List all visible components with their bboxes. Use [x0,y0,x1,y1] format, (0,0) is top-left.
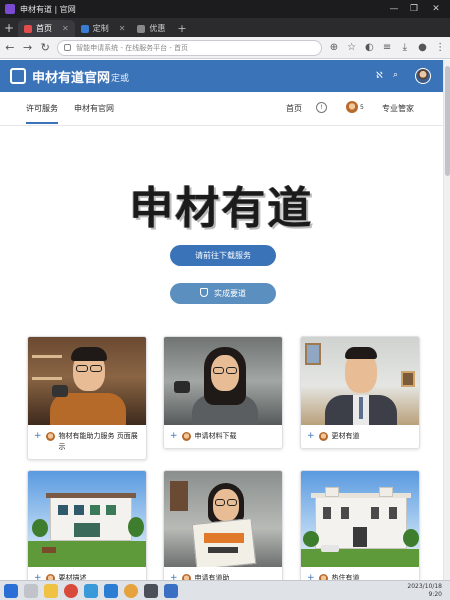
card-caption: + 更材有道 [301,425,419,448]
secondary-button-label: 实成要道 [214,289,246,298]
back-icon[interactable]: ← [4,41,16,54]
hero-title: 申材有道 [129,183,314,234]
window-title: 申材有道 | 官网 [20,4,76,14]
tab-label: 首页 [36,24,52,33]
logo-icon[interactable] [10,68,26,84]
clock-date: 2023/10/18 [407,583,442,590]
new-tab-button[interactable]: + [177,20,186,37]
tab-home[interactable]: 首页 ✕ [18,20,75,37]
address-bar[interactable]: 智能申请系统 - 在线服务平台 - 首页 [57,39,323,56]
card-caption-text: 更材有道 [331,432,360,440]
card[interactable]: + 热住有道 [300,470,420,591]
app-icon [5,4,15,14]
forward-icon[interactable]: → [22,41,34,54]
settings-icon[interactable] [164,583,178,598]
card-caption-text: 物材有能助力服务 页面展示 [58,432,138,451]
profile-icon[interactable]: ● [417,42,429,54]
zoom-icon[interactable]: ⊕ [328,42,340,54]
avatar[interactable] [415,68,431,84]
favicon-icon [137,24,146,33]
site-title-suffix: 定或 [111,74,130,84]
favicon-icon [80,24,89,33]
nav-link-home[interactable]: 首页 [286,103,302,114]
scrollbar-thumb[interactable] [445,66,450,176]
app-icon[interactable] [144,583,158,598]
user-icon[interactable] [346,101,358,113]
page-scrollbar[interactable] [443,60,450,580]
start-icon[interactable] [4,583,18,598]
card[interactable]: + 申请材料下载 [163,336,283,449]
search-icon[interactable] [24,583,38,598]
tab-custom[interactable]: 定制 ✕ [75,20,132,37]
card-caption-text: 申请材料下载 [194,432,237,440]
card-image-man-suit [301,337,419,425]
card-image-villa [28,471,146,567]
tab-close-icon[interactable]: ✕ [62,24,69,33]
minimize-icon[interactable]: — [388,3,400,15]
card[interactable]: + 更材有道 [300,336,420,449]
card-caption: + 申请材料下载 [164,425,282,448]
tab-label: 优惠 [149,24,166,33]
tab-close-icon[interactable]: ✕ [119,24,126,33]
subnav-item-service[interactable]: 许可服务 [26,103,58,124]
bookmark-star-icon[interactable]: ☆ [346,42,358,54]
translate-icon[interactable]: ℵ [376,71,383,81]
restore-icon[interactable]: ❐ [408,3,420,15]
face-icon [45,432,55,441]
extension-icon[interactable]: ◐ [364,42,376,54]
clock-time: 9:20 [428,591,442,598]
card-image-townhouse [301,471,419,567]
file-explorer-icon[interactable] [44,583,58,598]
browser-icon[interactable] [124,583,138,598]
system-clock[interactable]: 2023/10/18 9:20 [407,583,442,599]
taskbar: 2023/10/18 9:20 [0,580,450,600]
reading-list-icon[interactable]: ≡ [381,42,393,54]
add-icon[interactable]: + [170,431,178,441]
card-caption: + 物材有能助力服务 页面展示 [28,425,146,459]
subnav-item-official[interactable]: 申材有官网 [74,103,114,114]
help-icon[interactable]: ! [316,102,327,113]
chrome-icon[interactable] [64,583,78,598]
menu-icon[interactable]: ⋮ [434,42,446,54]
face-icon [181,432,191,441]
tab-offers[interactable]: 优惠 [131,20,171,37]
window-titlebar: 申材有道 | 官网 — ❐ ✕ [0,0,450,18]
close-icon[interactable]: ✕ [430,3,442,15]
shield-icon [200,288,208,297]
site-header: 申材有道官网 定或 ℵ ⌕ [0,60,443,92]
mail-icon[interactable] [84,583,98,598]
face-icon [318,432,328,441]
favicon-icon [24,24,32,33]
tab-actions-icon[interactable]: + [0,20,18,37]
sub-navigation: 许可服务 申材有官网 首页 ! 5 专业管家 [0,92,443,126]
address-text: 智能申请系统 - 在线服务平台 - 首页 [76,43,189,52]
download-button[interactable]: 请前往下载服务 [170,245,276,266]
browser-toolbar: ← → ↻ 智能申请系统 - 在线服务平台 - 首页 ⊕ ☆ ◐ ≡ ⤓ ● ⋮ [0,37,450,59]
card[interactable]: + 要材描述 [27,470,147,591]
store-icon[interactable] [104,583,118,598]
secondary-button[interactable]: 实成要道 [170,283,276,304]
search-icon[interactable]: ⌕ [393,70,398,80]
card[interactable]: + 物材有能助力服务 页面展示 [27,336,147,460]
reload-icon[interactable]: ↻ [39,41,51,54]
tab-strip: + 首页 ✕ 定制 ✕ 优惠 + [0,18,450,37]
card[interactable]: + 申请有道助 [163,470,283,591]
user-badge-count: 5 [360,104,364,111]
lock-icon [64,44,72,51]
card-image-woman-reading [164,471,282,567]
add-icon[interactable]: + [34,431,42,441]
nav-link-manager[interactable]: 专业管家 [382,103,414,114]
tab-label: 定制 [92,24,109,33]
card-image-woman [164,337,282,425]
site-title[interactable]: 申材有道官网 [32,67,110,86]
card-image-young-man [28,337,146,425]
add-icon[interactable]: + [307,431,315,441]
download-icon[interactable]: ⤓ [399,42,411,54]
